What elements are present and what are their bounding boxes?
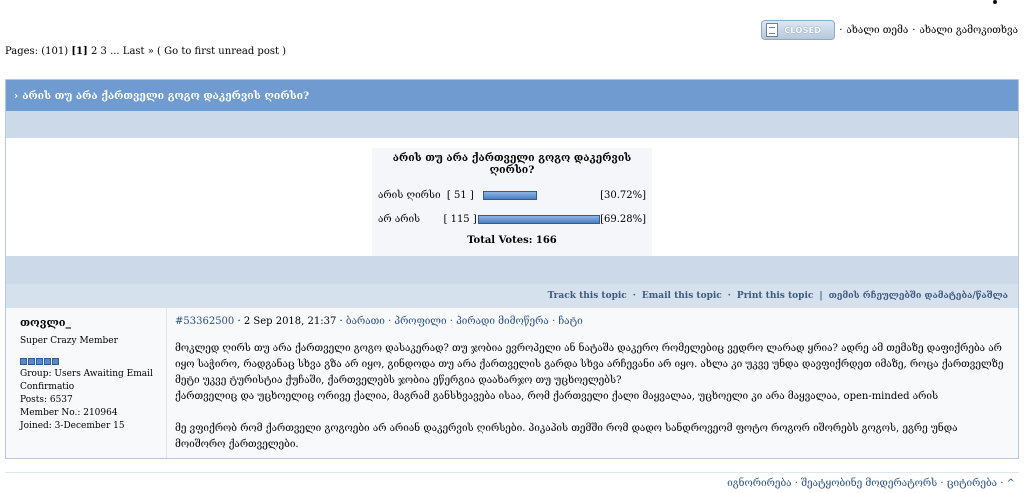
post-paragraph: ქართველიც და უცხოელიც ორივე ქალია, მაგრა… (175, 391, 939, 402)
author-name[interactable]: თოვლი_ (20, 316, 166, 329)
sep: · (839, 24, 843, 36)
poll-option: არ არის [ 115 ] [69.28%] (378, 209, 646, 229)
author-group: Group: Users Awaiting Email Confirmatio (20, 369, 153, 392)
last-page-link[interactable]: Last » (123, 46, 154, 57)
pages-count[interactable]: (101) (41, 46, 68, 57)
topic-tools: Track this topic · Email this topic · Pr… (6, 284, 1018, 308)
poll-total: Total Votes: 166 (467, 235, 557, 246)
post-meta: #53362500 · 2 Sep 2018, 21:37 · ბარათი ·… (175, 316, 1010, 327)
new-poll-link[interactable]: ახალი გამოკითხვა (919, 25, 1018, 36)
post-paragraph: მოკლედ ღირს თუ არა ქართველი გოგო დასაკერ… (175, 343, 1004, 386)
current-page: [1] (71, 46, 88, 57)
topic-title: არის თუ არა ქართველი გოგო დაკერვის ღირსი… (22, 89, 310, 102)
document-icon (766, 23, 779, 37)
post-id-link[interactable]: #53362500 (175, 316, 234, 327)
top-actions: CLOSED · ახალი თემა · ახალი გამოკითხვა (761, 20, 1018, 40)
closed-button[interactable]: CLOSED (761, 20, 836, 40)
poll-option-votes: [ 51 ] (446, 189, 474, 201)
divider-band (6, 111, 1018, 138)
author-member-no: Member No.: 210964 (20, 408, 118, 418)
author-posts: Posts: 6537 (20, 395, 73, 405)
post-text: მოკლედ ღირს თუ არა ქართველი გოგო დასაკერ… (175, 341, 1010, 453)
poll-option-label: არ არის (378, 213, 421, 225)
author-rank: Super Crazy Member (20, 336, 118, 346)
poll-question: არის თუ არა ქართველი გოგო დაკერვის ღირსი… (392, 152, 632, 176)
poll: არის თუ არა ქართველი გოგო დაკერვის ღირსი… (372, 148, 652, 256)
sep: | (819, 291, 823, 301)
sep: · (912, 24, 916, 36)
post-actions[interactable]: იგნორირება · შეატყობინე მოდერატორს · ციტ… (727, 478, 1015, 489)
topic-box: › არის თუ არა ქართველი გოგო დაკერვის ღირ… (5, 79, 1019, 459)
track-topic-link[interactable]: Track this topic (548, 291, 627, 301)
post-date: · 2 Sep 2018, 21:37 · (234, 316, 346, 327)
rank-pips-icon (20, 358, 166, 365)
sep: · (632, 291, 636, 301)
author-joined: Joined: 3-December 15 (20, 421, 125, 431)
post-author: თოვლი_ Super Crazy Member Group: Users A… (6, 308, 167, 458)
sep: · (727, 291, 731, 301)
first-unread-link[interactable]: ( Go to first unread post ) (157, 46, 286, 57)
poll-option-percent: [30.72%] (600, 189, 647, 201)
post-paragraph: მე ვფიქრობ რომ ქართველი გოგოები არ არიან… (175, 423, 958, 450)
post-body: #53362500 · 2 Sep 2018, 21:37 · ბარათი ·… (167, 308, 1018, 458)
pages-prefix: Pages: (5, 46, 39, 57)
page-2-link[interactable]: 2 (91, 46, 97, 57)
poll-option: არის ღირსი [ 51 ] [30.72%] (378, 185, 646, 205)
add-favorite-link[interactable]: თემის რჩეულებში დამატება/წაშლა (829, 291, 1008, 301)
poll-area: არის თუ არა ქართველი გოგო დაკერვის ღირსი… (6, 138, 1018, 256)
new-topic-link[interactable]: ახალი თემა (846, 25, 908, 36)
pages-ellipsis: ... (110, 46, 120, 57)
poll-option-label: არის ღირსი (378, 189, 441, 201)
pagination: Pages: (101) [1] 2 3 ... Last » ( Go to … (5, 46, 286, 57)
poll-bar (478, 214, 601, 224)
closed-label: CLOSED (784, 25, 822, 35)
bell-icon (993, 0, 997, 4)
page-3-link[interactable]: 3 (101, 46, 107, 57)
email-topic-link[interactable]: Email this topic (642, 291, 722, 301)
divider-band (6, 256, 1018, 284)
topic-title-bar: › არის თუ არა ქართველი გოგო დაკერვის ღირ… (6, 80, 1018, 111)
post-footer: იგნორირება · შეატყობინე მოდერატორს · ციტ… (5, 472, 1019, 493)
poll-bar-track (478, 214, 601, 224)
author-links[interactable]: ბარათი · პროფილი · პირადი მიმოწერა · ჩატ… (346, 316, 583, 327)
print-topic-link[interactable]: Print this topic (737, 291, 813, 301)
poll-bar (483, 190, 538, 200)
post: თოვლი_ Super Crazy Member Group: Users A… (6, 308, 1018, 458)
poll-option-percent: [69.28%] (600, 213, 646, 225)
poll-option-votes: [ 115 ] (443, 213, 477, 225)
title-arrow-icon: › (14, 89, 19, 102)
poll-bar-track (483, 190, 600, 200)
